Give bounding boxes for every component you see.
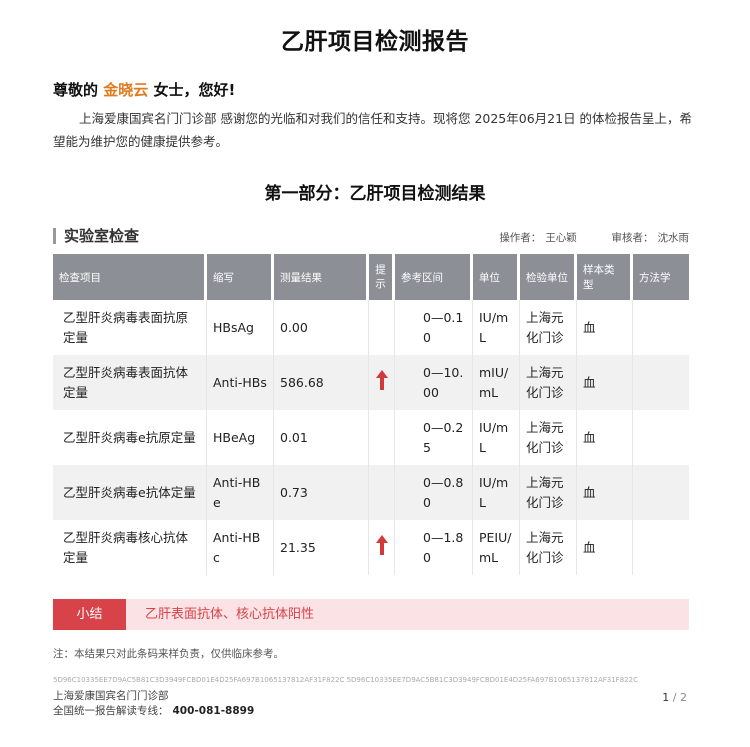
cell-lab: 上海元化门诊 xyxy=(520,520,577,575)
cell-flag xyxy=(369,520,395,575)
cell-abbr: HBeAg xyxy=(207,410,274,465)
cell-sample: 血 xyxy=(577,300,633,355)
cell-abbr: Anti-HBe xyxy=(207,465,274,520)
cell-method xyxy=(633,465,689,520)
cell-range: 0—10.00 xyxy=(395,355,473,410)
hotline-label: 全国统一报告解读专线： xyxy=(53,705,169,717)
cell-result: 586.68 xyxy=(274,355,369,410)
footer-hotline: 全国统一报告解读专线： 400-081-8899 xyxy=(53,703,254,718)
summary-text: 乙肝表面抗体、核心抗体阳性 xyxy=(145,607,315,622)
cell-range: 0—0.80 xyxy=(395,465,473,520)
cell-sample: 血 xyxy=(577,355,633,410)
operators: 操作者： 王心颖 审核者： 沈水雨 xyxy=(495,230,689,245)
cell-result: 0.00 xyxy=(274,300,369,355)
table-row: 乙型肝炎病毒e抗体定量 Anti-HBe 0.73 0—0.80 IU/mL 上海元化门诊… xyxy=(53,465,689,520)
col-header-flag: 提示 xyxy=(369,254,395,300)
cell-sample: 血 xyxy=(577,520,633,575)
col-header-range: 参考区间 xyxy=(395,254,473,300)
col-header-method: 方法学 xyxy=(633,254,689,300)
results-body: 乙型肝炎病毒表面抗原定量 HBsAg 0.00 0—0.10 IU/mL 上海元化门诊血乙… xyxy=(53,300,689,575)
cell-abbr: Anti-HBs xyxy=(207,355,274,410)
cell-sample: 血 xyxy=(577,465,633,520)
page-total: / 2 xyxy=(672,691,687,704)
cell-method xyxy=(633,355,689,410)
cell-range: 0—0.25 xyxy=(395,410,473,465)
table-row: 乙型肝炎病毒核心抗体定量 Anti-HBc 21.35 0—1.80 PEIU/mL 上海… xyxy=(53,520,689,575)
lab-header: 实验室检查 操作者： 王心颖 审核者： 沈水雨 xyxy=(53,228,689,248)
intro-paragraph: 上海爱康国宾名门门诊部 感谢您的光临和对我们的信任和支持。现将您 2025年06… xyxy=(53,111,693,149)
operator-label: 操作者： xyxy=(499,232,542,244)
cell-item: 乙型肝炎病毒表面抗原定量 xyxy=(53,300,207,355)
summary-bar: 小结 乙肝表面抗体、核心抗体阳性 xyxy=(53,599,689,630)
greeting-prefix: 尊敬的 xyxy=(53,81,99,99)
cell-item: 乙型肝炎病毒核心抗体定量 xyxy=(53,520,207,575)
col-header-result: 测量结果 xyxy=(274,254,369,300)
arrow-up-icon xyxy=(375,534,388,555)
cell-unit: IU/mL xyxy=(473,410,520,465)
col-header-lab: 检验单位 xyxy=(520,254,577,300)
col-header-item: 检查项目 xyxy=(53,254,207,300)
cell-item: 乙型肝炎病毒e抗体定量 xyxy=(53,465,207,520)
cell-result: 21.35 xyxy=(274,520,369,575)
footer-clinic: 上海爱康国宾名门门诊部 xyxy=(53,690,169,702)
cell-item: 乙型肝炎病毒表面抗体定量 xyxy=(53,355,207,410)
col-header-unit: 单位 xyxy=(473,254,520,300)
reviewer-name: 沈水雨 xyxy=(657,232,690,244)
cell-result: 0.01 xyxy=(274,410,369,465)
page-number: 1 / 2 xyxy=(662,691,687,704)
cell-method xyxy=(633,410,689,465)
cell-flag xyxy=(369,355,395,410)
cell-unit: mIU/mL xyxy=(473,355,520,410)
cell-abbr: Anti-HBc xyxy=(207,520,274,575)
cell-unit: IU/mL xyxy=(473,465,520,520)
cell-item: 乙型肝炎病毒e抗原定量 xyxy=(53,410,207,465)
col-header-abbr: 缩写 xyxy=(207,254,274,300)
results-table: 检查项目 缩写 测量结果 提示 参考区间 单位 检验单位 样本类型 方法学 乙型… xyxy=(53,254,689,575)
section-title: 第一部分：乙肝项目检测结果 xyxy=(264,184,486,204)
cell-lab: 上海元化门诊 xyxy=(520,355,577,410)
cell-result: 0.73 xyxy=(274,465,369,520)
cell-unit: IU/mL xyxy=(473,300,520,355)
patient-name: 金晓云 xyxy=(103,81,149,99)
cell-range: 0—1.80 xyxy=(395,520,473,575)
table-header-row: 检查项目 缩写 测量结果 提示 参考区间 单位 检验单位 样本类型 方法学 xyxy=(53,254,689,300)
cell-flag xyxy=(369,300,395,355)
reviewer-label: 审核者： xyxy=(611,232,654,244)
col-header-sample: 样本类型 xyxy=(577,254,633,300)
greeting: 尊敬的 金晓云 女士，您好! xyxy=(53,79,235,100)
lab-title: 实验室检查 xyxy=(53,228,139,244)
table-row: 乙型肝炎病毒e抗原定量 HBeAg 0.01 0—0.25 IU/mL 上海元化门诊血 xyxy=(53,410,689,465)
cell-lab: 上海元化门诊 xyxy=(520,300,577,355)
hotline-number: 400-081-8899 xyxy=(172,705,255,717)
cell-unit: PEIU/mL xyxy=(473,520,520,575)
disclaimer-note: 注：本结果只对此条码来样负责，仅供临床参考。 xyxy=(53,648,284,660)
summary-label: 小结 xyxy=(53,599,126,630)
cell-lab: 上海元化门诊 xyxy=(520,410,577,465)
report-title: 乙肝项目检测报告 xyxy=(281,29,469,55)
cell-method xyxy=(633,520,689,575)
cell-method xyxy=(633,300,689,355)
cell-sample: 血 xyxy=(577,410,633,465)
cell-abbr: HBsAg xyxy=(207,300,274,355)
greeting-suffix: 女士，您好! xyxy=(153,81,236,99)
cell-flag xyxy=(369,465,395,520)
report-hash: 5D96C10335EE7D9AC5B81C3D3949FCBD01E4D25F… xyxy=(53,676,638,684)
table-row: 乙型肝炎病毒表面抗体定量 Anti-HBs 586.68 0—10.00 mIU/mL 上… xyxy=(53,355,689,410)
operator-name: 王心颖 xyxy=(545,232,577,244)
table-row: 乙型肝炎病毒表面抗原定量 HBsAg 0.00 0—0.10 IU/mL 上海元化门诊血 xyxy=(53,300,689,355)
cell-range: 0—0.10 xyxy=(395,300,473,355)
arrow-up-icon xyxy=(375,369,388,390)
cell-flag xyxy=(369,410,395,465)
col-header-flag-text: 提示 xyxy=(375,264,386,290)
cell-lab: 上海元化门诊 xyxy=(520,465,577,520)
page-current: 1 xyxy=(662,691,670,704)
